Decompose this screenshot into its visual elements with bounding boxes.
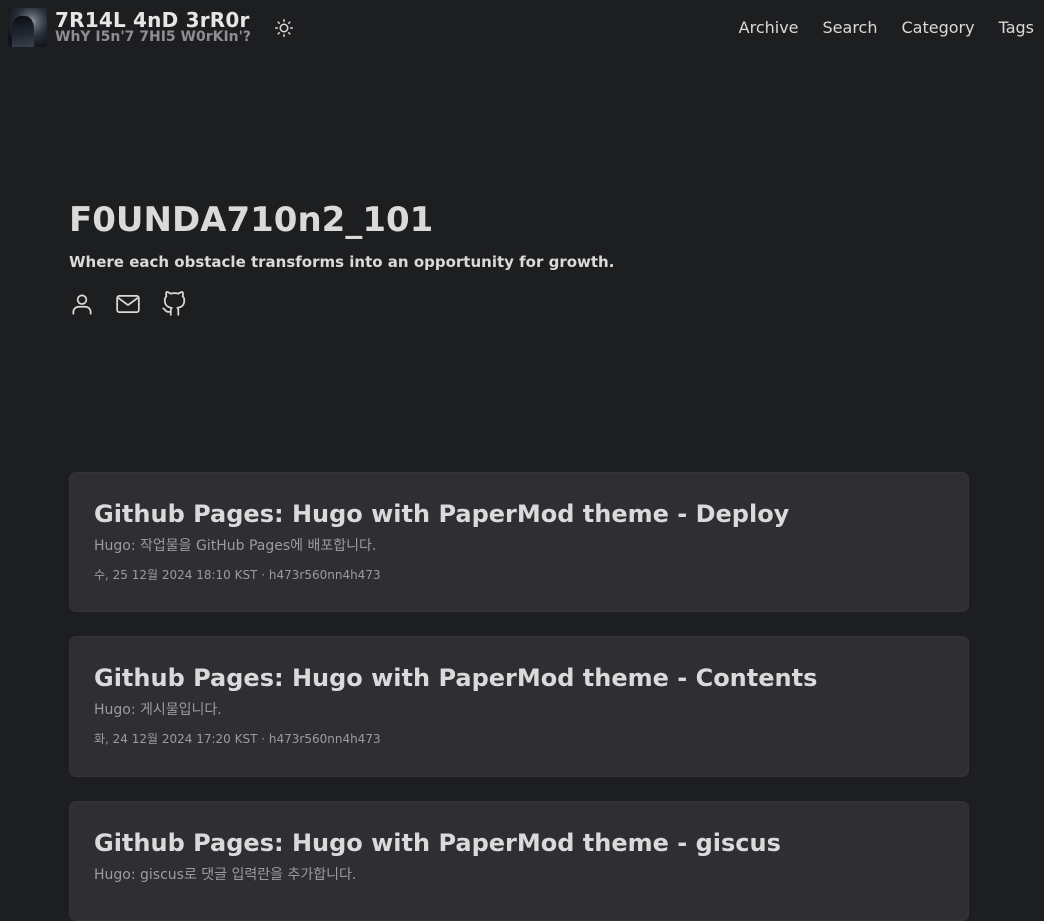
post-meta: 화, 24 12월 2024 17:20 KST · h473r560nn4h4… [94,732,381,746]
github-icon[interactable] [161,291,187,317]
home-description: Where each obstacle transforms into an o… [69,253,615,271]
social-icons [69,291,969,317]
post-title[interactable]: Github Pages: Hugo with PaperMod theme -… [94,499,944,529]
post-card[interactable]: Github Pages: Hugo with PaperMod theme -… [69,801,969,921]
main-menu: Archive Search Category Tags [739,18,1034,37]
post-summary: Hugo: 작업물을 GitHub Pages에 배포합니다. [94,538,377,554]
post-summary: Hugo: 게시물입니다. [94,702,222,718]
menu-category[interactable]: Category [901,18,974,37]
sun-icon[interactable] [273,17,295,39]
site-title[interactable]: 7R14L 4nD 3rR0r [55,10,251,30]
site-subtitle: WhY I5n'7 7HI5 W0rKIn'? [55,29,252,45]
post-title[interactable]: Github Pages: Hugo with PaperMod theme -… [94,828,944,858]
post-title[interactable]: Github Pages: Hugo with PaperMod theme -… [94,663,944,693]
brand-text[interactable]: 7R14L 4nD 3rR0r WhY I5n'7 7HI5 W0rKIn'? [55,10,251,44]
post-summary: Hugo: giscus로 댓글 입력란을 추가합니다. [94,867,357,883]
mail-icon[interactable] [115,291,141,317]
brand: 7R14L 4nD 3rR0r WhY I5n'7 7HI5 W0rKIn'? [8,7,295,47]
post-card[interactable]: Github Pages: Hugo with PaperMod theme -… [69,636,969,777]
user-icon[interactable] [69,291,95,317]
menu-search[interactable]: Search [823,18,878,37]
menu-tags[interactable]: Tags [999,18,1034,37]
post-card[interactable]: Github Pages: Hugo with PaperMod theme -… [69,472,969,612]
home-info: F0UNDA710n2_101 Where each obstacle tran… [69,198,969,317]
menu-archive[interactable]: Archive [739,18,799,37]
avatar[interactable] [8,7,47,47]
home-title: F0UNDA710n2_101 [69,200,434,240]
site-header: 7R14L 4nD 3rR0r WhY I5n'7 7HI5 W0rKIn'? … [0,0,1044,54]
post-meta: 수, 25 12월 2024 18:10 KST · h473r560nn4h4… [94,568,381,582]
